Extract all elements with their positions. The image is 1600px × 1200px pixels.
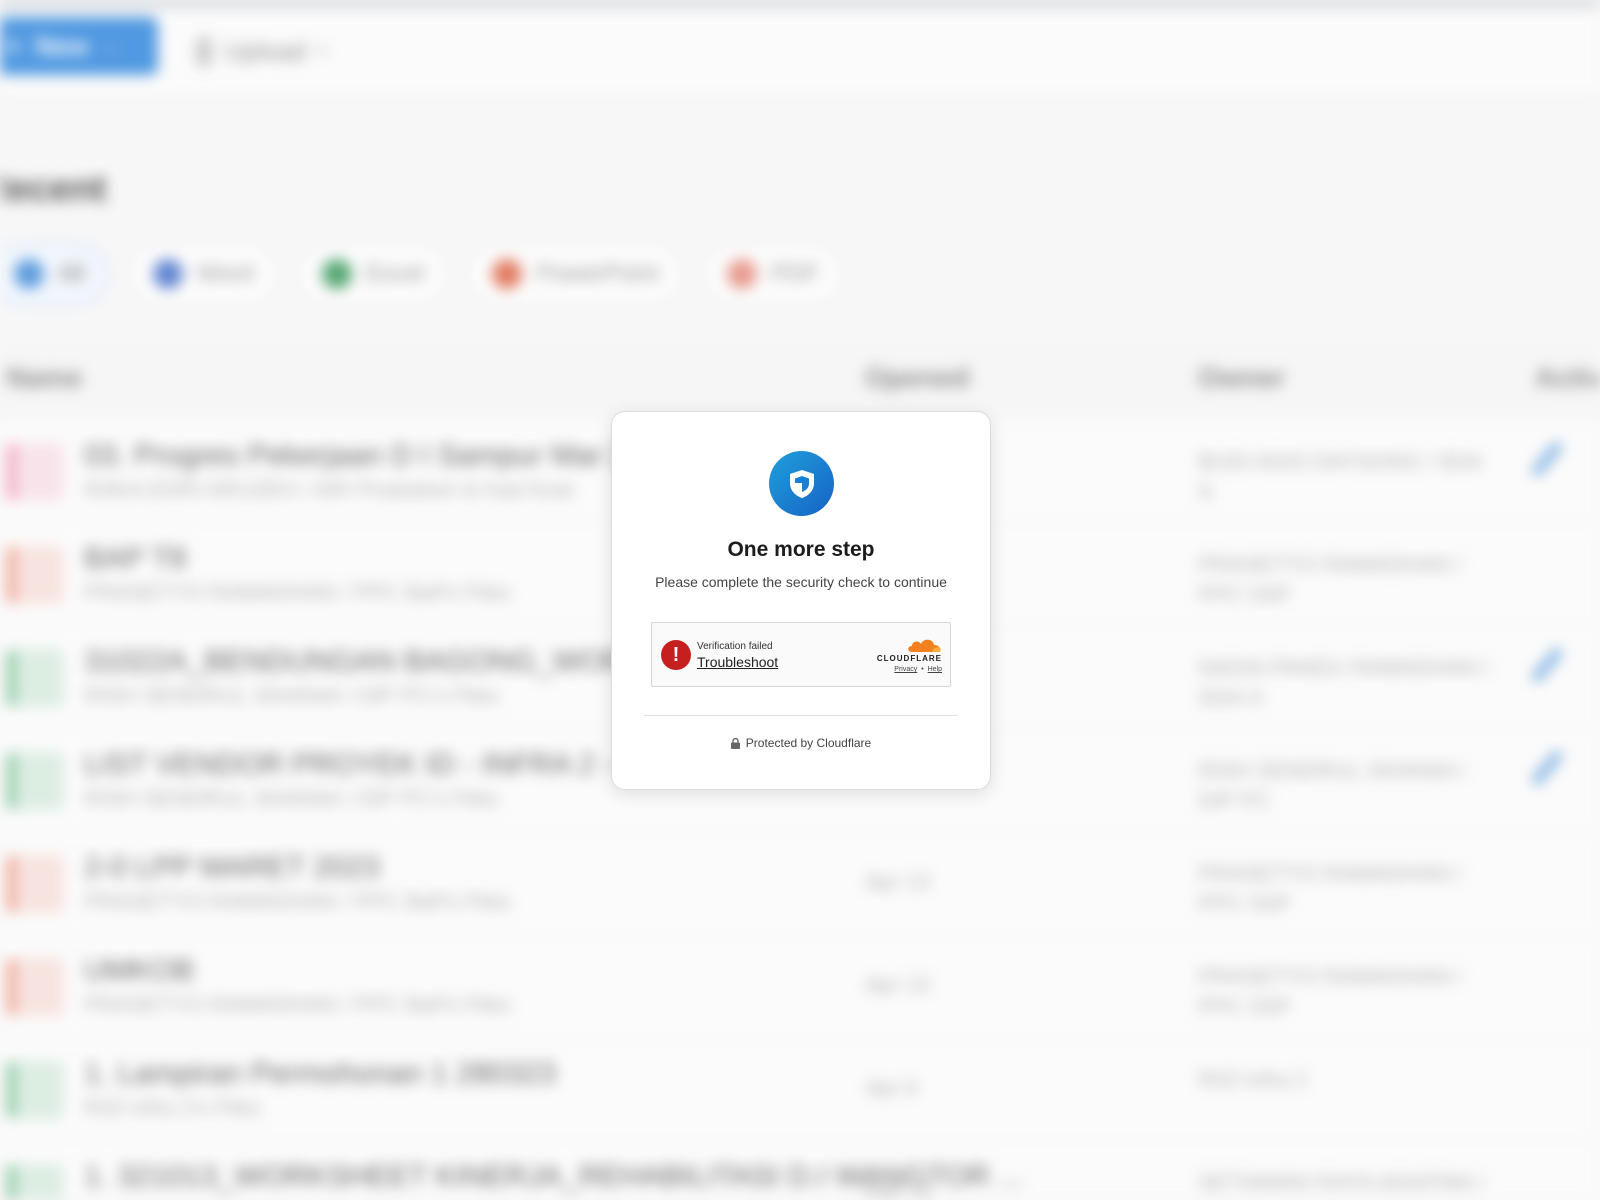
help-link[interactable]: Help xyxy=(928,666,942,673)
privacy-link[interactable]: Privacy xyxy=(894,666,917,673)
widget-links: Privacy • Help xyxy=(868,666,942,673)
cloudflare-logo: CLOUDFLARE Privacy • Help xyxy=(868,635,942,673)
dialog-subtitle: Please complete the security check to co… xyxy=(655,574,947,590)
verification-status: Verification failed xyxy=(697,641,773,652)
protected-footer: Protected by Cloudflare xyxy=(612,736,990,750)
protected-by-text: Protected by Cloudflare xyxy=(745,736,872,750)
error-icon: ! xyxy=(661,640,691,670)
troubleshoot-link[interactable]: Troubleshoot xyxy=(697,654,778,670)
cloud-icon xyxy=(908,639,941,652)
divider xyxy=(644,715,958,716)
security-check-dialog: One more step Please complete the securi… xyxy=(611,411,991,790)
link-separator: • xyxy=(921,666,924,673)
cloudflare-wordmark: CLOUDFLARE xyxy=(876,654,942,663)
dialog-title: One more step xyxy=(727,538,875,561)
shield-icon xyxy=(769,451,834,516)
lock-icon xyxy=(730,737,740,749)
turnstile-widget: ! Verification failed Troubleshoot CLOUD… xyxy=(651,622,951,687)
